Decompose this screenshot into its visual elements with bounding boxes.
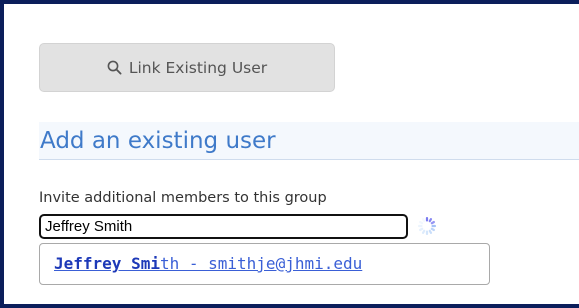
link-existing-user-button[interactable]: Link Existing User bbox=[39, 43, 335, 92]
section-heading: Add an existing user bbox=[39, 122, 579, 160]
link-existing-user-label: Link Existing User bbox=[128, 58, 268, 77]
suggestion-match-text: Jeffrey Smi bbox=[54, 254, 160, 273]
user-search-input[interactable] bbox=[39, 214, 408, 239]
spinner-icon bbox=[416, 215, 438, 237]
autocomplete-dropdown: Jeffrey Smith - smithje@jhmi.edu bbox=[39, 243, 490, 285]
suggestion-rest-text: th - smithje@jhmi.edu bbox=[159, 254, 363, 273]
invite-members-label: Invite additional members to this group bbox=[39, 190, 327, 206]
search-icon bbox=[107, 60, 122, 75]
autocomplete-suggestion[interactable]: Jeffrey Smith - smithje@jhmi.edu bbox=[54, 254, 362, 273]
window-frame: Link Existing User Add an existing user … bbox=[0, 0, 579, 308]
